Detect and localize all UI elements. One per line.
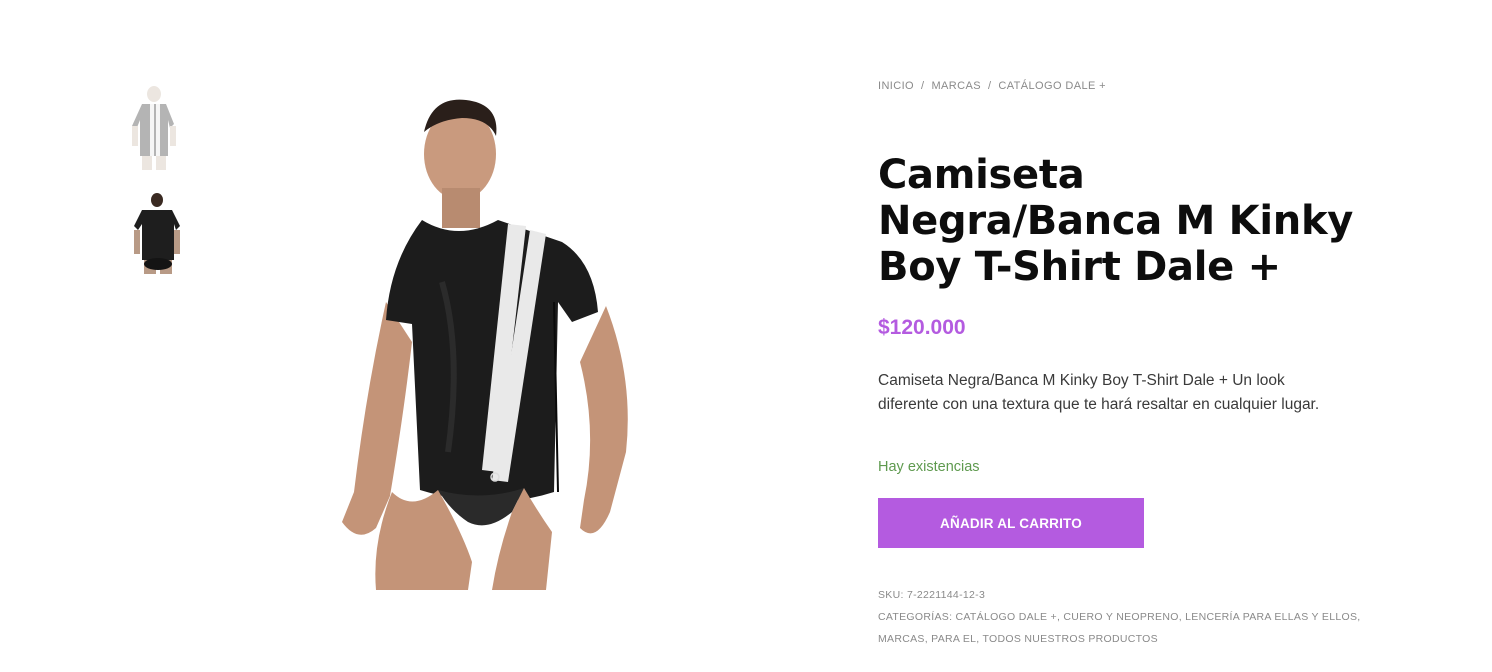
category-link[interactable]: MARCAS — [878, 633, 925, 645]
thumbnail-list — [128, 80, 192, 296]
breadcrumb-separator: / — [987, 80, 992, 92]
thumbnail-front[interactable] — [128, 80, 192, 172]
category-link[interactable]: PARA EL — [931, 633, 976, 645]
category-link[interactable]: LENCERÍA PARA ELLAS Y ELLOS — [1185, 611, 1357, 623]
categories-line-2: MARCAS, PARA EL, TODOS NUESTROS PRODUCTO… — [878, 633, 1158, 645]
breadcrumb-link-catalogo[interactable]: CATÁLOGO DALE + — [998, 80, 1106, 92]
sku-label: SKU: — [878, 589, 904, 601]
thumbnail-back-image — [134, 193, 180, 274]
product-meta: SKU: 7-2221144-12-3 CATEGORÍAS: CATÁLOGO… — [878, 584, 1398, 650]
breadcrumb: INICIO / MARCAS / CATÁLOGO DALE + — [878, 80, 1106, 92]
breadcrumb-link-marcas[interactable]: MARCAS — [931, 80, 980, 92]
thumbnail-front-image — [132, 86, 176, 170]
add-to-cart-button[interactable]: AÑADIR AL CARRITO — [878, 498, 1144, 548]
product-price: $120.000 — [878, 316, 966, 339]
category-link[interactable]: TODOS NUESTROS PRODUCTOS — [983, 633, 1158, 645]
product-title: Camiseta Negra/Banca M Kinky Boy T-Shirt… — [878, 152, 1354, 290]
category-link[interactable]: CUERO Y NEOPRENO — [1063, 611, 1178, 623]
breadcrumb-link-inicio[interactable]: INICIO — [878, 80, 914, 92]
category-link[interactable]: CATÁLOGO DALE + — [956, 611, 1057, 623]
categories-label: CATEGORÍAS: — [878, 611, 953, 623]
stock-status: Hay existencias — [878, 459, 980, 475]
categories-line: CATEGORÍAS: CATÁLOGO DALE +, CUERO Y NEO… — [878, 611, 1361, 623]
thumbnail-back[interactable] — [128, 188, 192, 280]
breadcrumb-separator: / — [921, 80, 925, 92]
main-product-image[interactable] — [262, 92, 742, 592]
product-photo — [342, 99, 628, 590]
product-description: Camiseta Negra/Banca M Kinky Boy T-Shirt… — [878, 372, 1320, 413]
sku-value: 7-2221144-12-3 — [906, 589, 986, 601]
sku-line: SKU: 7-2221144-12-3 — [878, 584, 1398, 606]
